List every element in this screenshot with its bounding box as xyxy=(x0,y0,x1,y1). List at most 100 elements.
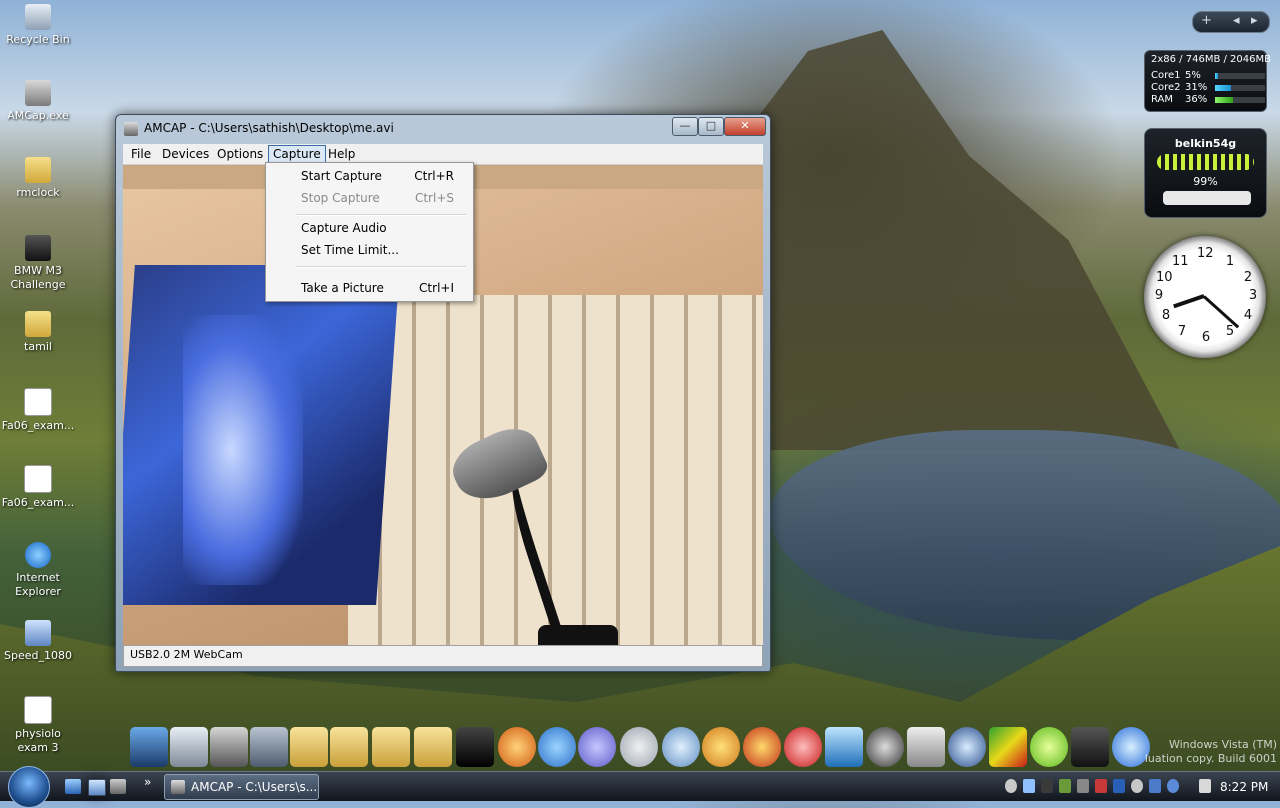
desktop-icon-recycle-bin[interactable]: Recycle Bin xyxy=(0,4,76,47)
folder-icon[interactable] xyxy=(372,727,410,767)
desktop-icon-fa06-1[interactable]: Fa06_exam... xyxy=(0,388,76,433)
clock-gadget[interactable]: 12 1 2 3 4 5 6 7 8 9 10 11 xyxy=(1144,236,1266,358)
monitor-icon[interactable] xyxy=(130,727,168,767)
weather-icon[interactable] xyxy=(620,727,658,767)
folder-icon xyxy=(25,311,51,337)
quicklaunch-chevron[interactable]: » xyxy=(144,775,151,789)
network-icon[interactable] xyxy=(538,727,576,767)
volume-icon[interactable] xyxy=(1095,779,1107,793)
network-tray-icon[interactable] xyxy=(1023,779,1035,793)
cpu-row-ram: RAM 36% xyxy=(1151,94,1265,106)
desktop-icon-physiolo[interactable]: physiolo exam 3 xyxy=(0,696,76,755)
app-dock xyxy=(126,727,1156,773)
clock-hour-hand xyxy=(1173,294,1205,309)
sun-icon[interactable] xyxy=(702,727,740,767)
sidebar-controls: + ◂ ▸ xyxy=(1192,11,1270,33)
core2-usage-bar xyxy=(1215,85,1231,91)
wifi-signal-percent: 99% xyxy=(1193,175,1218,188)
flame-icon[interactable] xyxy=(784,727,822,767)
start-button[interactable] xyxy=(8,766,50,808)
maximize-button[interactable]: □ xyxy=(698,117,724,136)
minimize-button[interactable]: — xyxy=(672,117,698,136)
menu-options[interactable]: Options xyxy=(213,146,267,162)
desktop-icon-speed[interactable]: Speed_1080 xyxy=(0,620,76,663)
fan-icon[interactable] xyxy=(866,727,904,767)
menu-item-start-capture[interactable]: Start Capture Ctrl+R xyxy=(267,166,472,186)
monitor-tray-icon[interactable] xyxy=(1077,779,1089,793)
settings-gear-icon[interactable] xyxy=(1005,779,1017,793)
status-text: USB2.0 2M WebCam xyxy=(130,648,243,661)
switch-windows-icon[interactable] xyxy=(88,779,106,796)
game-icon xyxy=(25,235,51,261)
cpu-row-core1: Core1 5% xyxy=(1151,70,1265,82)
next-gadget-button[interactable]: ▸ xyxy=(1251,13,1258,28)
menu-separator xyxy=(296,266,466,268)
tray-app-icon[interactable] xyxy=(1059,779,1071,793)
clock-time[interactable]: 8:22 PM xyxy=(1220,780,1268,794)
folder-icon[interactable] xyxy=(414,727,452,767)
desktop-icon-rmclock[interactable]: rmclock xyxy=(0,157,76,200)
color-app-icon[interactable] xyxy=(989,727,1027,767)
capture-menu-dropdown: Start Capture Ctrl+R Stop Capture Ctrl+S… xyxy=(265,162,474,302)
cpu-meter-header: 2x86 / 746MB / 2046MB xyxy=(1151,54,1271,65)
amcap-dock-icon[interactable] xyxy=(907,727,945,767)
close-button[interactable]: ✕ xyxy=(724,117,766,136)
desktop-icon-amcap[interactable]: AMCap.exe xyxy=(0,80,76,123)
game-icon[interactable] xyxy=(456,727,494,767)
menu-capture[interactable]: Capture xyxy=(268,145,326,163)
firefox-icon[interactable] xyxy=(498,727,536,767)
green-orb-icon[interactable] xyxy=(1030,727,1068,767)
menu-help[interactable]: Help xyxy=(324,146,359,162)
menu-item-take-picture[interactable]: Take a Picture Ctrl+I xyxy=(267,278,472,298)
wifi-gadget[interactable]: belkin54g 99% xyxy=(1144,128,1267,218)
cpu-row-core2: Core2 31% xyxy=(1151,82,1265,94)
tools-icon[interactable] xyxy=(250,727,288,767)
document-icon xyxy=(24,388,52,416)
window-title: AMCAP - C:\Users\sathish\Desktop\me.avi xyxy=(144,121,394,135)
menu-item-capture-audio[interactable]: Capture Audio xyxy=(267,218,472,238)
tray-app-icon[interactable] xyxy=(1149,779,1161,793)
amcap-quicklaunch-icon[interactable] xyxy=(110,779,126,794)
menu-file[interactable]: File xyxy=(127,146,155,162)
lightning-icon[interactable] xyxy=(948,727,986,767)
disc-burner-icon[interactable] xyxy=(743,727,781,767)
system-tray: 8:22 PM xyxy=(1003,775,1275,799)
wifi-signal-icon xyxy=(1157,154,1254,170)
document-icon xyxy=(24,465,52,493)
title-bar[interactable]: AMCAP - C:\Users\sathish\Desktop\me.avi … xyxy=(116,115,770,143)
tray-app-icon[interactable] xyxy=(1131,779,1143,793)
menu-separator xyxy=(296,214,466,216)
battery-icon[interactable] xyxy=(1199,779,1211,793)
desktop-icon-fa06-2[interactable]: Fa06_exam... xyxy=(0,465,76,510)
taskbar: » AMCAP - C:\Users\s... 8:22 PM xyxy=(0,766,1280,808)
desktop-icon-internet-explorer[interactable]: Internet Explorer xyxy=(0,542,76,599)
folder-icon xyxy=(25,157,51,183)
prev-gadget-button[interactable]: ◂ xyxy=(1233,13,1240,28)
bluetooth-icon[interactable] xyxy=(1113,779,1125,793)
redacted-ip xyxy=(1163,191,1251,205)
show-desktop-icon[interactable] xyxy=(65,779,81,794)
steam-icon[interactable] xyxy=(1071,727,1109,767)
search-icon[interactable] xyxy=(662,727,700,767)
folder-icon[interactable] xyxy=(290,727,328,767)
status-bar: USB2.0 2M WebCam xyxy=(123,645,763,667)
document-icon xyxy=(24,696,52,724)
cpu-meter-gadget[interactable]: 2x86 / 746MB / 2046MB Core1 5% Core2 31%… xyxy=(1144,50,1271,112)
wave-icon[interactable] xyxy=(825,727,863,767)
recycle-bin-dock-icon[interactable] xyxy=(170,727,208,767)
wifi-ssid: belkin54g xyxy=(1174,137,1237,150)
tray-app-icon[interactable] xyxy=(1041,779,1053,793)
taskbar-button-amcap[interactable]: AMCAP - C:\Users\s... xyxy=(164,774,319,800)
menu-item-set-time-limit[interactable]: Set Time Limit... xyxy=(267,240,472,260)
desktop-icon-bmw[interactable]: BMW M3 Challenge xyxy=(0,235,76,292)
desktop-icon-tamil[interactable]: tamil xyxy=(0,311,76,354)
camera-icon[interactable] xyxy=(210,727,248,767)
folder-icon[interactable] xyxy=(330,727,368,767)
help-tray-icon[interactable] xyxy=(1167,779,1179,793)
menu-devices[interactable]: Devices xyxy=(158,146,213,162)
os-watermark: Windows Vista (TM) luation copy. Build 6… xyxy=(1144,738,1277,765)
media-player-icon[interactable] xyxy=(578,727,616,767)
add-gadget-button[interactable]: + xyxy=(1201,13,1212,28)
core1-usage-bar xyxy=(1215,73,1218,79)
media-file-icon xyxy=(25,620,51,646)
